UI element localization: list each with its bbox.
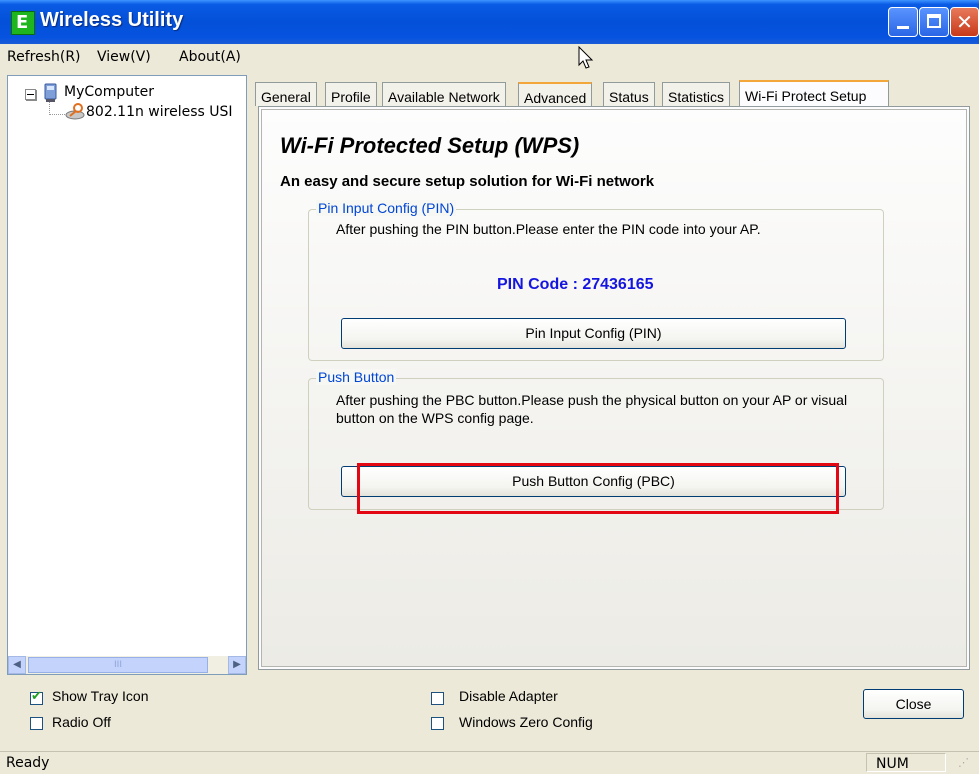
windows-zero-config-checkbox[interactable] [431, 717, 444, 730]
maximize-icon [927, 14, 941, 28]
close-icon: ✕ [956, 10, 973, 34]
tab-available-network[interactable]: Available Network [382, 82, 506, 106]
num-lock-indicator: NUM [866, 753, 946, 772]
window-title: Wireless Utility [40, 9, 184, 31]
app-window: E Wireless Utility ✕ Refresh(R) View(V) … [0, 0, 979, 774]
menu-view[interactable]: View(V) [97, 49, 151, 65]
status-text: Ready [6, 755, 50, 771]
pin-input-config-button[interactable]: Pin Input Config (PIN) [341, 318, 846, 349]
pin-description: After pushing the PIN button.Please ente… [336, 221, 761, 237]
tab-advanced[interactable]: Advanced [518, 82, 593, 106]
disable-adapter-label: Disable Adapter [459, 688, 558, 704]
scroll-thumb[interactable]: III [28, 657, 208, 673]
wps-title: Wi-Fi Protected Setup (WPS) [280, 133, 580, 158]
tab-wifi-protect-setup[interactable]: Wi-Fi Protect Setup [739, 80, 889, 108]
tab-general[interactable]: General [255, 82, 317, 106]
maximize-button[interactable] [919, 7, 949, 37]
tree-item-adapter[interactable]: 802.11n wireless USI [86, 104, 233, 120]
app-icon: E [11, 11, 35, 35]
menu-bar: Refresh(R) View(V) About(A) [0, 44, 979, 70]
computer-icon [44, 83, 57, 102]
radio-off-checkbox[interactable] [30, 717, 43, 730]
wireless-adapter-icon [65, 103, 85, 120]
scroll-left-icon[interactable]: ◀ [8, 656, 26, 674]
tab-profile[interactable]: Profile [325, 82, 377, 106]
tree-item-mycomputer[interactable]: MyComputer [64, 84, 154, 100]
radio-off-label: Radio Off [52, 714, 111, 730]
highlight-box [357, 463, 839, 514]
menu-refresh[interactable]: Refresh(R) [7, 49, 81, 65]
menu-about[interactable]: About(A) [179, 49, 241, 65]
title-bar[interactable]: E Wireless Utility ✕ [0, 0, 979, 44]
pbc-description: After pushing the PBC button.Please push… [336, 392, 848, 426]
tree-horizontal-scrollbar[interactable]: ◀ III ▶ [8, 656, 246, 674]
show-tray-icon-label: Show Tray Icon [52, 688, 149, 704]
pin-code-value: PIN Code : 27436165 [497, 276, 654, 293]
pbc-group-label: Push Button [316, 369, 397, 385]
tab-statistics[interactable]: Statistics [662, 82, 731, 106]
wps-subtitle: An easy and secure setup solution for Wi… [280, 173, 655, 190]
scroll-right-icon[interactable]: ▶ [228, 656, 246, 674]
collapse-box-icon[interactable] [25, 89, 36, 100]
tab-status[interactable]: Status [603, 82, 655, 106]
close-window-button[interactable]: ✕ [950, 7, 979, 37]
windows-zero-config-label: Windows Zero Config [459, 714, 593, 730]
mouse-cursor-icon [578, 46, 594, 69]
pin-group-label: Pin Input Config (PIN) [316, 200, 457, 216]
checkmark-icon: ✔ [31, 689, 42, 704]
resize-grip-icon[interactable]: ⋰ [958, 756, 974, 772]
device-tree: ⊟ MyComputer 802.11n wireless USI [7, 75, 247, 675]
status-bar: Ready NUM ⋰ [0, 751, 979, 774]
close-button[interactable]: Close [863, 689, 964, 719]
show-tray-icon-checkbox[interactable]: ✔ [30, 689, 43, 705]
minimize-icon [897, 26, 909, 29]
disable-adapter-checkbox[interactable] [431, 692, 444, 705]
minimize-button[interactable] [888, 7, 918, 37]
